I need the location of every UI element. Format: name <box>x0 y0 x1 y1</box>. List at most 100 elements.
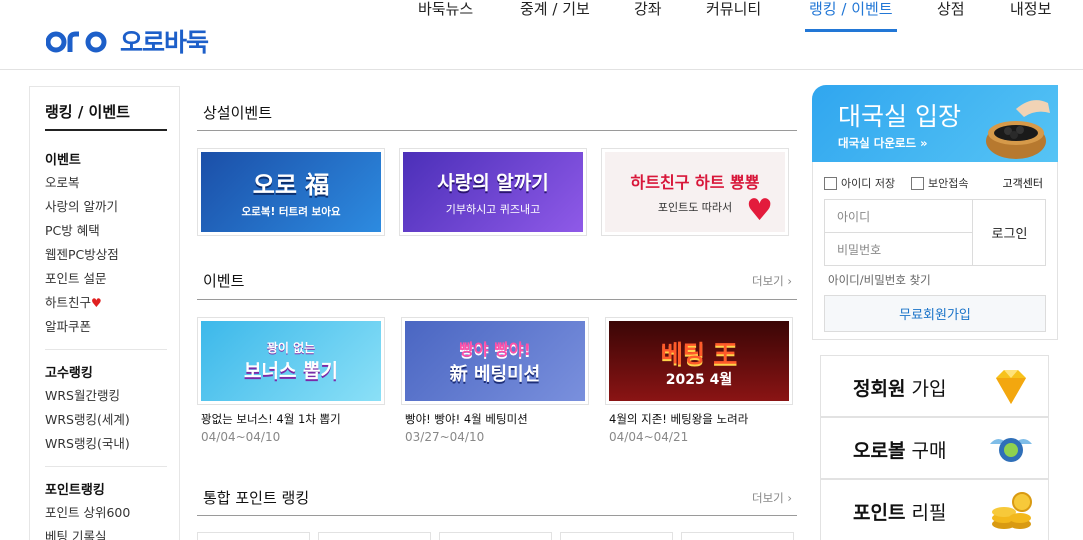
nav-broadcast[interactable]: 중계 / 기보 <box>520 0 590 32</box>
customer-center-link[interactable]: 고객센터 <box>1003 175 1043 191</box>
coins-icon <box>992 492 1032 529</box>
events-more-link[interactable]: 더보기 › <box>752 273 792 289</box>
permanent-banner-heart-friend[interactable]: 하트친구 하트 뿅뿅 포인트도 따라서 ♥ <box>601 148 789 236</box>
banner-headline: 사랑의 알까기 <box>437 171 549 194</box>
checkbox-icon <box>911 176 924 190</box>
sidebar-group-point-ranking: 포인트랭킹 포인트 상위600 베팅 기록실 <box>45 467 167 540</box>
sidebar-item-wrs-monthly[interactable]: WRS월간랭킹 <box>45 384 167 408</box>
login-form: 아이디 비밀번호 로그인 <box>824 199 1046 266</box>
banner-image: 오로 福 오로복! 터트려 보아요 <box>201 152 381 232</box>
nav-shop[interactable]: 상점 <box>937 0 965 32</box>
banner-image: 하트친구 하트 뿅뿅 포인트도 따라서 ♥ <box>605 152 785 232</box>
event-date: 04/04~04/21 <box>609 430 689 444</box>
heart-icon: ♥ <box>91 296 102 310</box>
sidebar-item-orobok[interactable]: 오로복 <box>45 171 167 195</box>
secure-login-label: 보안접속 <box>928 177 969 190</box>
site-logo[interactable]: 오로바둑 <box>46 24 209 58</box>
event-card-bonus-draw[interactable]: 꽝이 없는 보너스 뽑기 <box>197 317 385 405</box>
banner-subline: 新 베팅미션 <box>449 364 541 385</box>
sidebar-item-pcbang[interactable]: PC방 혜택 <box>45 219 167 243</box>
checkbox-icon <box>824 176 837 190</box>
secure-login-checkbox[interactable]: 보안접속 <box>911 175 968 191</box>
point-ranking-box <box>318 532 431 540</box>
permanent-banner-alkkagi[interactable]: 사랑의 알까기 기부하시고 퀴즈내고 <box>399 148 587 236</box>
banner-subline: 2025 4월 <box>665 371 733 388</box>
event-title[interactable]: 빵야! 빵야! 4월 베팅미션 <box>405 411 528 427</box>
nav-news[interactable]: 바둑뉴스 <box>418 0 473 32</box>
winged-ball-icon <box>990 438 1032 462</box>
sidebar-item-alkkagi[interactable]: 사랑의 알까기 <box>45 195 167 219</box>
point-ranking-box <box>560 532 673 540</box>
heart-icon: ♥ <box>746 193 773 228</box>
free-join-button[interactable]: 무료회원가입 <box>824 295 1046 332</box>
section-title-points: 통합 포인트 랭킹 <box>203 489 310 507</box>
sidebar-head-point-ranking: 포인트랭킹 <box>45 483 105 498</box>
go-bowl-icon <box>986 100 1050 159</box>
login-box: 아이디 저장 보안접속 고객센터 아이디 비밀번호 로그인 아이디/비밀번호 찾… <box>812 162 1058 340</box>
sidebar-item-betting-record[interactable]: 베팅 기록실 <box>45 525 167 540</box>
nav-ranking-event[interactable]: 랭킹 / 이벤트 <box>805 0 897 32</box>
banner-image: 사랑의 알까기 기부하시고 퀴즈내고 <box>403 152 583 232</box>
sidebar-group-master-ranking: 고수랭킹 WRS월간랭킹 WRS랭킹(세계) WRS랭킹(국내) <box>45 350 167 467</box>
banner-headline: 베팅 王 <box>660 339 738 368</box>
sidebar-title: 랭킹 / 이벤트 <box>45 87 167 131</box>
promo-oroball[interactable]: 오로볼 구매 <box>820 417 1049 479</box>
event-title[interactable]: 꽝없는 보너스! 4월 1차 뽑기 <box>201 411 341 427</box>
banner-subline: 기부하시고 퀴즈내고 <box>445 202 541 216</box>
banner-image: 빵야 빵야! 新 베팅미션 <box>405 321 585 401</box>
banner-subline: 보너스 뽑기 <box>243 360 338 382</box>
login-button[interactable]: 로그인 <box>973 200 1046 265</box>
logo-text: 오로바둑 <box>120 28 209 57</box>
password-input[interactable]: 비밀번호 <box>825 233 973 266</box>
point-ranking-box <box>439 532 552 540</box>
nav-community[interactable]: 커뮤니티 <box>706 0 761 32</box>
sidebar-item-wrs-domestic[interactable]: WRS랭킹(국내) <box>45 432 167 456</box>
banner-image: 꽝이 없는 보너스 뽑기 <box>201 321 381 401</box>
banner-subline: 오로복! 터트려 보아요 <box>241 206 341 218</box>
game-room-download-link[interactable]: 대국실 다운로드 » <box>838 135 928 151</box>
id-input[interactable]: 아이디 <box>825 200 973 233</box>
banner-headline: 빵야 빵야! <box>459 340 531 359</box>
promo-bold: 정회원 <box>853 378 906 400</box>
section-divider <box>197 515 797 516</box>
save-id-label: 아이디 저장 <box>841 177 896 190</box>
nav-lecture[interactable]: 강좌 <box>634 0 662 32</box>
sidebar-item-point-survey[interactable]: 포인트 설문 <box>45 267 167 291</box>
section-title-events: 이벤트 <box>203 272 245 290</box>
sidebar: 랭킹 / 이벤트 이벤트 오로복 사랑의 알까기 PC방 혜택 웹젠PC방상점 … <box>29 86 180 540</box>
game-room-enter-button[interactable]: 대국실 입장 대국실 다운로드 » <box>812 85 1058 162</box>
section-title-permanent: 상설이벤트 <box>203 104 273 122</box>
permanent-banner-orobok[interactable]: 오로 福 오로복! 터트려 보아요 <box>197 148 385 236</box>
section-divider <box>197 299 797 300</box>
banner-headline: 하트친구 하트 뿅뿅 <box>630 173 760 192</box>
sidebar-item-point-top600[interactable]: 포인트 상위600 <box>45 501 167 525</box>
event-date: 04/04~04/10 <box>201 430 281 444</box>
find-id-password-link[interactable]: 아이디/비밀번호 찾기 <box>828 272 931 288</box>
save-id-checkbox[interactable]: 아이디 저장 <box>824 175 895 191</box>
banner-headline: 꽝이 없는 <box>266 341 316 355</box>
game-room-title: 대국실 입장 <box>838 102 961 131</box>
promo-rest: 구매 <box>905 440 947 462</box>
site-header: 오로바둑 바둑뉴스 중계 / 기보 강좌 커뮤니티 랭킹 / 이벤트 상점 내정… <box>0 0 1083 70</box>
sidebar-item-heart-friend-label: 하트친구 <box>45 295 92 310</box>
event-card-betting-mission[interactable]: 빵야 빵야! 新 베팅미션 <box>401 317 589 405</box>
event-card-betting-king[interactable]: 베팅 王 2025 4월 <box>605 317 793 405</box>
points-more-link[interactable]: 더보기 › <box>752 490 792 506</box>
point-ranking-box <box>197 532 310 540</box>
sidebar-item-webzen-shop[interactable]: 웹젠PC방상점 <box>45 243 167 267</box>
event-date: 03/27~04/10 <box>405 430 485 444</box>
sidebar-item-heart-friend[interactable]: 하트친구♥ <box>45 291 167 315</box>
sidebar-head-master-ranking: 고수랭킹 <box>45 366 93 381</box>
sidebar-item-alpha-coupon[interactable]: 알파쿠폰 <box>45 315 167 339</box>
event-title[interactable]: 4월의 지존! 베팅왕을 노려라 <box>609 411 748 427</box>
nav-my-info[interactable]: 내정보 <box>1010 0 1051 32</box>
diamond-icon <box>996 370 1026 404</box>
promo-point-refill[interactable]: 포인트 리필 <box>820 479 1049 540</box>
promo-bold: 포인트 <box>853 502 906 524</box>
banner-headline: 오로 福 <box>252 171 330 199</box>
oro-logo-icon <box>46 31 107 53</box>
promo-rest: 가입 <box>905 378 947 400</box>
promo-membership[interactable]: 정회원 가입 <box>820 355 1049 417</box>
sidebar-item-wrs-world[interactable]: WRS랭킹(세계) <box>45 408 167 432</box>
banner-subline: 포인트도 따라서 <box>657 201 733 214</box>
